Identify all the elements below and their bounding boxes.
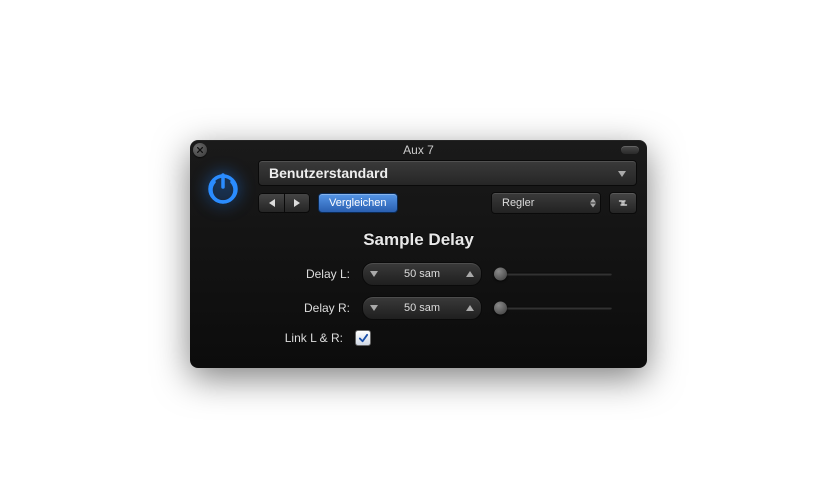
preset-nav-segment xyxy=(258,193,310,213)
close-button[interactable] xyxy=(193,143,207,157)
delay-r-value[interactable]: 50 sam xyxy=(385,302,459,314)
delay-r-increment[interactable] xyxy=(459,297,481,319)
checkmark-icon xyxy=(358,333,369,344)
delay-l-value[interactable]: 50 sam xyxy=(385,268,459,280)
delay-r-slider[interactable] xyxy=(494,298,612,318)
link-checkbox[interactable] xyxy=(355,330,371,346)
next-preset-button[interactable] xyxy=(284,193,310,213)
power-icon xyxy=(205,171,241,207)
titlebar: Aux 7 xyxy=(190,140,647,160)
preset-dropdown[interactable]: Benutzerstandard xyxy=(258,160,637,186)
slider-thumb[interactable] xyxy=(494,268,507,281)
delay-r-label: Delay R: xyxy=(225,301,350,315)
triangle-up-icon xyxy=(466,305,474,311)
triangle-down-icon xyxy=(370,305,378,311)
prev-preset-button[interactable] xyxy=(258,193,284,213)
param-row-delay-l: Delay L: 50 sam xyxy=(208,262,629,286)
delay-l-increment[interactable] xyxy=(459,263,481,285)
slider-track xyxy=(494,273,612,276)
delay-l-stepper[interactable]: 50 sam xyxy=(362,262,482,286)
delay-l-slider[interactable] xyxy=(494,264,612,284)
window-title: Aux 7 xyxy=(403,143,434,157)
triangle-up-icon xyxy=(466,271,474,277)
resize-handle[interactable] xyxy=(621,146,639,154)
side-chain-link-button[interactable] xyxy=(609,192,637,214)
delay-r-decrement[interactable] xyxy=(363,297,385,319)
updown-caret-icon xyxy=(590,199,596,208)
close-icon xyxy=(196,146,204,154)
triangle-left-icon xyxy=(269,199,275,207)
slider-track xyxy=(494,307,612,310)
triangle-down-icon xyxy=(370,271,378,277)
plugin-window: Aux 7 Benutzerstandard Ver xyxy=(190,140,647,368)
compare-button[interactable]: Vergleichen xyxy=(318,193,398,213)
delay-l-label: Delay L: xyxy=(225,267,350,281)
link-icon xyxy=(615,197,631,209)
plugin-title: Sample Delay xyxy=(208,230,629,250)
delay-l-decrement[interactable] xyxy=(363,263,385,285)
param-row-link: Link L & R: xyxy=(208,330,629,346)
slider-thumb[interactable] xyxy=(494,302,507,315)
link-label: Link L & R: xyxy=(218,331,343,345)
view-mode-label: Regler xyxy=(502,197,534,209)
triangle-right-icon xyxy=(294,199,300,207)
delay-r-stepper[interactable]: 50 sam xyxy=(362,296,482,320)
preset-label: Benutzerstandard xyxy=(269,165,388,181)
chevron-down-icon xyxy=(618,164,626,182)
view-mode-dropdown[interactable]: Regler xyxy=(491,192,601,214)
power-button[interactable] xyxy=(200,166,246,212)
param-row-delay-r: Delay R: 50 sam xyxy=(208,296,629,320)
